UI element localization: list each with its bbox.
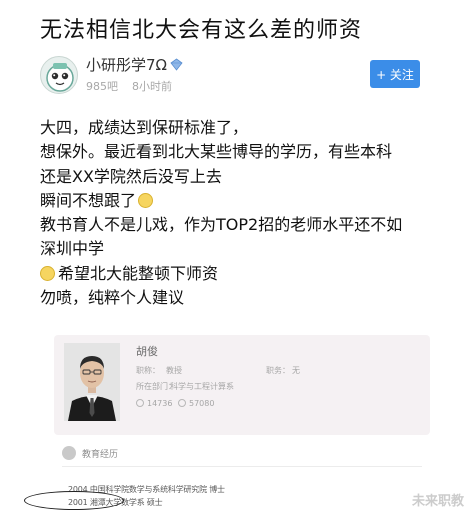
author-forum[interactable]: 985吧 bbox=[86, 80, 118, 93]
highlight-circle bbox=[24, 491, 124, 510]
person-portrait-icon bbox=[64, 343, 120, 421]
profile-name: 胡俊 bbox=[136, 345, 158, 358]
profile-post-value: 无 bbox=[292, 366, 300, 375]
profile-title-label: 职称： bbox=[136, 366, 160, 375]
education-title: 教育经历 bbox=[82, 450, 119, 460]
education-header: 教育经历 bbox=[54, 444, 430, 466]
sad-emoji-icon bbox=[40, 265, 55, 281]
profile-post-label: 职务： bbox=[266, 366, 290, 375]
post-line-5: 教书育人不是儿戏，作为TOP2招的老师水平还不如 bbox=[40, 215, 403, 235]
follow-button[interactable]: + 关注 bbox=[370, 60, 420, 88]
education-section: 教育经历 2004 中国科学院数学与系统科学研究院 博士 2001 湘潭大学数学… bbox=[54, 444, 430, 507]
post-line-1: 大四，成绩达到保研标准了， bbox=[40, 118, 249, 137]
author-meta: 985吧 8小时前 bbox=[86, 78, 172, 94]
author-name[interactable]: 小研彤学7Ω bbox=[86, 54, 183, 75]
page-title: 无法相信北大会有这么差的师资 bbox=[40, 18, 363, 43]
profile-stat-visits-value: 57080 bbox=[189, 399, 215, 408]
post-line-7-wrap: 希望北大能整顿下师资 bbox=[40, 262, 460, 286]
visit-icon bbox=[178, 399, 186, 407]
watermark-text: 未来职教 bbox=[411, 494, 464, 509]
smile-emoji-icon bbox=[138, 192, 154, 208]
profile-stat-views: 14736 bbox=[136, 399, 172, 408]
post-line-7: 希望北大能整顿下师资 bbox=[58, 263, 219, 283]
post-line-2: 想保外。最近看到北大某些博导的学历，有些本科 bbox=[40, 142, 393, 162]
education-icon bbox=[62, 446, 76, 460]
profile-card[interactable]: 胡俊 职称： 教授 职务： 无 所在部门： 科学与工程计算系 14736 570… bbox=[54, 335, 430, 435]
profile-photo bbox=[64, 343, 120, 421]
post-line-6: 深圳中学 bbox=[40, 239, 105, 259]
profile-dept-value: 科学与工程计算系 bbox=[170, 382, 234, 391]
profile-title-value: 教授 bbox=[166, 366, 182, 375]
avatar[interactable] bbox=[40, 56, 78, 94]
post-line-3: 还是XX学院然后没写上去 bbox=[40, 166, 222, 186]
profile-stat-views-value: 14736 bbox=[147, 399, 173, 408]
verified-diamond-icon bbox=[170, 58, 183, 71]
profile-stat-visits: 57080 bbox=[178, 399, 214, 408]
post-line-4-wrap: 瞬间不想跟了 bbox=[40, 189, 460, 213]
education-divider bbox=[62, 466, 422, 467]
post-time: 8小时前 bbox=[132, 80, 172, 93]
author-row: 小研彤学7Ω 985吧 8小时前 + 关注 bbox=[40, 54, 460, 102]
post-line-8: 勿喷，纯粹个人建议 bbox=[40, 288, 185, 308]
eye-icon bbox=[136, 399, 144, 407]
author-name-text: 小研彤学7Ω bbox=[86, 56, 168, 74]
post-body: 大四，成绩达到保研标准了， 想保外。最近看到北大某些博导的学历，有些本科 还是X… bbox=[40, 116, 460, 310]
avatar-face-icon bbox=[46, 63, 74, 92]
post-line-4: 瞬间不想跟了 bbox=[40, 190, 137, 210]
